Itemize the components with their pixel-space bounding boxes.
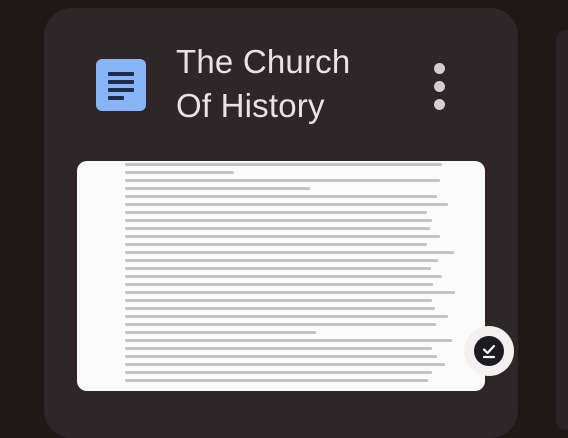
preview-text-line bbox=[125, 211, 428, 214]
preview-text-line bbox=[125, 187, 311, 190]
preview-text-line bbox=[125, 275, 442, 278]
preview-text-line bbox=[125, 267, 431, 270]
preview-text-line bbox=[125, 203, 449, 206]
preview-text-line bbox=[125, 235, 440, 238]
preview-text-line bbox=[125, 259, 439, 262]
more-dot-3 bbox=[434, 99, 445, 110]
offline-check-icon bbox=[474, 336, 504, 366]
preview-text-line bbox=[125, 219, 433, 222]
preview-text-line bbox=[125, 363, 445, 366]
preview-text-line bbox=[125, 379, 428, 382]
preview-text-line bbox=[125, 195, 438, 198]
preview-text-line bbox=[125, 347, 433, 350]
preview-text-line bbox=[125, 371, 432, 374]
more-vert-icon bbox=[434, 63, 445, 74]
title-line-1: The Church bbox=[176, 43, 351, 80]
title-line-2: Of History bbox=[176, 87, 325, 124]
preview-text-line bbox=[125, 315, 449, 318]
preview-text-line bbox=[125, 355, 438, 358]
document-title: The Church Of History bbox=[176, 40, 406, 128]
document-preview-thumbnail[interactable] bbox=[77, 161, 485, 391]
more-options-button[interactable] bbox=[428, 60, 452, 112]
preview-text-line bbox=[125, 339, 452, 342]
preview-text-line bbox=[125, 227, 430, 230]
preview-text-line bbox=[125, 163, 442, 166]
preview-text-line bbox=[125, 283, 434, 286]
preview-text-line bbox=[125, 291, 455, 294]
offline-status-badge bbox=[464, 326, 514, 376]
more-dot-2 bbox=[434, 81, 445, 92]
preview-text-line bbox=[125, 307, 435, 310]
preview-text-line bbox=[125, 243, 427, 246]
preview-text-line bbox=[125, 299, 432, 302]
preview-text-line bbox=[125, 331, 317, 334]
document-card[interactable]: The Church Of History bbox=[44, 8, 518, 438]
preview-text-line bbox=[125, 179, 441, 182]
google-docs-icon bbox=[96, 59, 146, 111]
preview-text-line bbox=[125, 251, 455, 254]
preview-text-line bbox=[125, 323, 436, 326]
adjacent-card-edge bbox=[556, 30, 568, 430]
preview-text-line bbox=[125, 171, 235, 174]
